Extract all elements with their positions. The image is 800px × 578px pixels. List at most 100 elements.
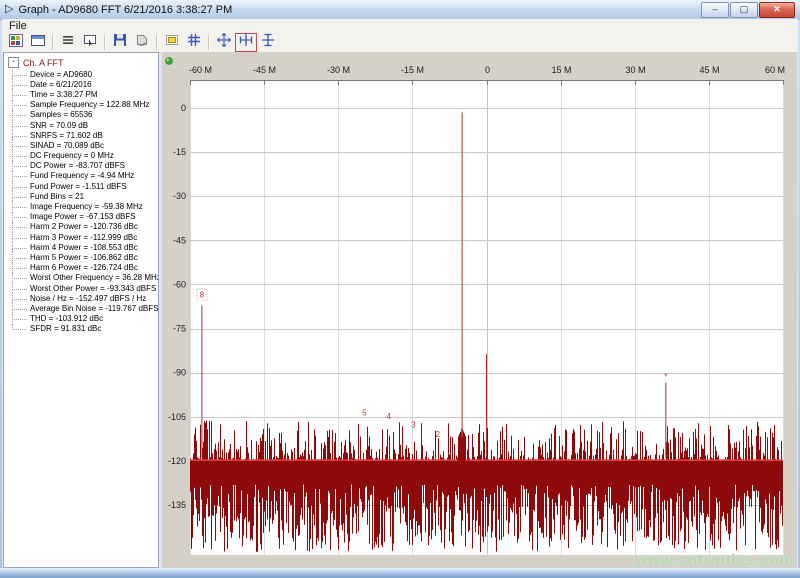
svg-text:15 M: 15 M bbox=[551, 65, 571, 75]
toolbar-cursor-values-button[interactable] bbox=[79, 33, 101, 52]
toolbar-data-list-button[interactable] bbox=[57, 33, 79, 52]
client-area: - Ch. A FFT Device = AD9680Date = 6/21/2… bbox=[2, 52, 798, 568]
toolbar-save-button[interactable] bbox=[109, 33, 131, 52]
close-button[interactable]: ✕ bbox=[759, 2, 795, 18]
toolbar-separator bbox=[104, 35, 106, 50]
tree-item-label: Samples = 65536 bbox=[30, 110, 93, 119]
tree-items: Device = AD9680Date = 6/21/2016Time = 3:… bbox=[4, 69, 158, 334]
tree-item[interactable]: Harm 4 Power = -108.553 dBc bbox=[4, 242, 158, 252]
tree-item-label: Device = AD9680 bbox=[30, 70, 92, 79]
tree-item-label: DC Frequency = 0 MHz bbox=[30, 151, 114, 160]
maximize-button[interactable]: ▢ bbox=[730, 2, 758, 18]
svg-text:-15 M: -15 M bbox=[401, 65, 424, 75]
tree-item-label: Date = 6/21/2016 bbox=[30, 80, 92, 89]
toolbar-grid-toggle-button[interactable] bbox=[183, 33, 205, 52]
fft-chart-panel[interactable]: -60 M-45 M-30 M-15 M015 M30 M45 M60 M0-1… bbox=[162, 52, 797, 568]
tree-item[interactable]: SFDR = 91.831 dBc bbox=[4, 324, 158, 334]
svg-text:5: 5 bbox=[362, 408, 367, 417]
svg-text:-90: -90 bbox=[173, 368, 186, 378]
tree-item[interactable]: SINAD = 70.089 dBc bbox=[4, 140, 158, 150]
toolbar-separator bbox=[156, 35, 158, 50]
tree-item[interactable]: THD = -103.912 dBc bbox=[4, 314, 158, 324]
tree-item-label: Fund Bins = 21 bbox=[30, 192, 84, 201]
tree-item[interactable]: Average Bin Noise = -119.767 dBFS bbox=[4, 303, 158, 313]
tree-item-label: Worst Other Power = -93.343 dBFS bbox=[30, 284, 156, 293]
toolbar-fit-all-button[interactable] bbox=[213, 33, 235, 52]
watermark-text: www.cntronics.com bbox=[635, 552, 794, 570]
highlight-icon bbox=[164, 32, 180, 53]
svg-text:45 M: 45 M bbox=[699, 65, 719, 75]
tree-item[interactable]: SNRFS = 71.602 dB bbox=[4, 130, 158, 140]
tree-item[interactable]: SNR = 70.09 dB bbox=[4, 120, 158, 130]
svg-text:60 M: 60 M bbox=[765, 65, 785, 75]
tree-item[interactable]: Device = AD9680 bbox=[4, 69, 158, 79]
svg-text:-135: -135 bbox=[168, 500, 186, 510]
tree-item-label: Time = 3:38:27 PM bbox=[30, 90, 98, 99]
toolbar-fit-horizontal-button[interactable] bbox=[235, 33, 257, 52]
new-window-icon bbox=[30, 32, 46, 53]
app-icon: ▷ bbox=[5, 4, 13, 15]
tree-item-label: Sample Frequency = 122.88 MHz bbox=[30, 100, 149, 109]
svg-text:2: 2 bbox=[435, 430, 440, 439]
tree-item-label: SNRFS = 71.602 dB bbox=[30, 131, 103, 140]
toolbar-export-button[interactable] bbox=[131, 33, 153, 52]
measurement-tree-panel: - Ch. A FFT Device = AD9680Date = 6/21/2… bbox=[3, 52, 159, 568]
tree-item-label: Harm 2 Power = -120.736 dBc bbox=[30, 222, 138, 231]
collapse-toggle-icon[interactable]: - bbox=[8, 57, 19, 68]
svg-text:*: * bbox=[664, 373, 667, 382]
save-icon bbox=[112, 32, 128, 53]
tree-root-row[interactable]: - Ch. A FFT bbox=[4, 53, 158, 69]
fit-horizontal-icon bbox=[238, 32, 254, 53]
svg-text:-15: -15 bbox=[173, 147, 186, 157]
tree-item[interactable]: Sample Frequency = 122.88 MHz bbox=[4, 100, 158, 110]
titlebar[interactable]: ▷ Graph - AD9680 FFT 6/21/2016 3:38:27 P… bbox=[0, 0, 800, 20]
window-controls: – ▢ ✕ bbox=[701, 2, 795, 18]
graph-properties-icon bbox=[8, 32, 24, 53]
tree-item-label: SFDR = 91.831 dBc bbox=[30, 324, 101, 333]
toolbar-separator bbox=[52, 35, 54, 50]
tree-item[interactable]: Worst Other Power = -93.343 dBFS bbox=[4, 283, 158, 293]
tree-item[interactable]: Date = 6/21/2016 bbox=[4, 79, 158, 89]
tree-item[interactable]: Worst Other Frequency = 36.28 MHz bbox=[4, 273, 158, 283]
tree-item[interactable]: Fund Bins = 21 bbox=[4, 191, 158, 201]
minimize-button[interactable]: – bbox=[701, 2, 729, 18]
tree-item[interactable]: Fund Frequency = -4.94 MHz bbox=[4, 171, 158, 181]
tree-item-label: Fund Frequency = -4.94 MHz bbox=[30, 171, 134, 180]
tree-item[interactable]: Fund Power = -1.511 dBFS bbox=[4, 181, 158, 191]
toolbar-graph-properties-button[interactable] bbox=[5, 33, 27, 52]
toolbar bbox=[2, 33, 798, 53]
menubar: File bbox=[2, 19, 798, 33]
svg-text:-30 M: -30 M bbox=[327, 65, 350, 75]
tree-item-label: SNR = 70.09 dB bbox=[30, 121, 88, 130]
tree-item-label: Harm 4 Power = -108.553 dBc bbox=[30, 243, 138, 252]
fft-chart[interactable]: -60 M-45 M-30 M-15 M015 M30 M45 M60 M0-1… bbox=[162, 52, 797, 568]
svg-text:0: 0 bbox=[181, 103, 186, 113]
status-led-icon bbox=[166, 58, 173, 65]
toolbar-new-window-button[interactable] bbox=[27, 33, 49, 52]
tree-item-label: Image Power = -67.153 dBFS bbox=[30, 212, 136, 221]
fit-vertical-icon bbox=[260, 32, 276, 53]
tree-item[interactable]: Harm 3 Power = -112.999 dBc bbox=[4, 232, 158, 242]
tree-item[interactable]: Harm 2 Power = -120.736 dBc bbox=[4, 222, 158, 232]
export-icon bbox=[134, 32, 150, 53]
tree-item-label: Worst Other Frequency = 36.28 MHz bbox=[30, 273, 159, 282]
grid-toggle-icon bbox=[186, 32, 202, 53]
tree-item-label: Harm 6 Power = -126.724 dBc bbox=[30, 263, 138, 272]
svg-text:3: 3 bbox=[411, 420, 416, 429]
fft-plot[interactable]: -60 M-45 M-30 M-15 M015 M30 M45 M60 M0-1… bbox=[162, 52, 797, 568]
tree-item[interactable]: Image Power = -67.153 dBFS bbox=[4, 212, 158, 222]
tree-item[interactable]: Noise / Hz = -152.497 dBFS / Hz bbox=[4, 293, 158, 303]
tree-item[interactable]: DC Frequency = 0 MHz bbox=[4, 151, 158, 161]
tree-item[interactable]: Time = 3:38:27 PM bbox=[4, 89, 158, 99]
toolbar-fit-vertical-button[interactable] bbox=[257, 33, 279, 52]
tree-item[interactable]: DC Power = -83.707 dBFS bbox=[4, 161, 158, 171]
tree-item[interactable]: Harm 6 Power = -126.724 dBc bbox=[4, 263, 158, 273]
app-window: ▷ Graph - AD9680 FFT 6/21/2016 3:38:27 P… bbox=[0, 0, 800, 578]
toolbar-separator bbox=[208, 35, 210, 50]
tree-item[interactable]: Harm 5 Power = -106.862 dBc bbox=[4, 252, 158, 262]
tree-item[interactable]: Samples = 65536 bbox=[4, 110, 158, 120]
toolbar-highlight-button[interactable] bbox=[161, 33, 183, 52]
menu-item-file[interactable]: File bbox=[2, 19, 34, 33]
tree-root-label: Ch. A FFT bbox=[23, 58, 64, 68]
tree-item[interactable]: Image Frequency = -59.38 MHz bbox=[4, 201, 158, 211]
